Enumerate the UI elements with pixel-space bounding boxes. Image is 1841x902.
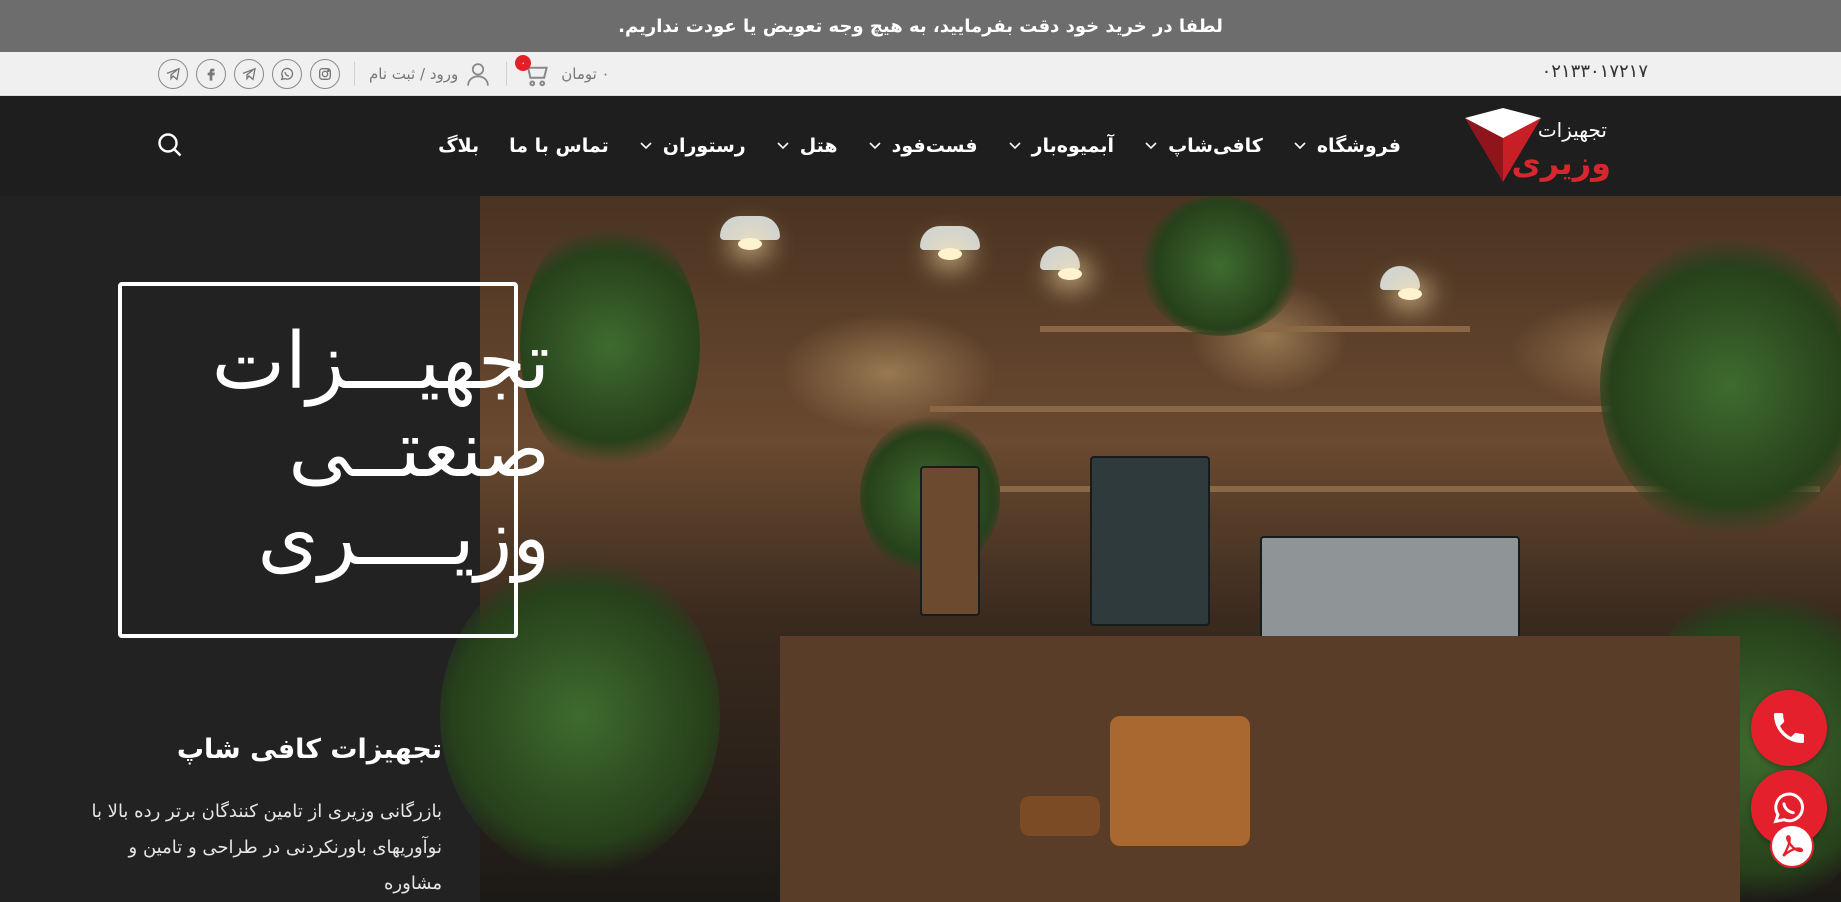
nav-item-restaurant[interactable]: رستوران bbox=[639, 135, 746, 157]
nav-item-label: فست‌فود bbox=[891, 135, 978, 157]
chevron-down-icon bbox=[1145, 142, 1157, 150]
nav-item-hotel[interactable]: هتل bbox=[776, 135, 838, 157]
cart-button[interactable]: ۰ تومان ۰ bbox=[515, 55, 610, 89]
hero-title: تجهیـــزات صنعتــی وزیــــری bbox=[170, 318, 550, 582]
top-bar: ۰۲۱۳۳۰۱۷۲۱۷ ورود / ثبت نام ۰ تومان ۰ bbox=[0, 52, 1841, 96]
facebook-icon[interactable] bbox=[196, 59, 226, 89]
chevron-down-icon bbox=[1294, 142, 1306, 150]
nav-item-label: تماس با ما bbox=[509, 135, 609, 157]
notice-bar: لطفا در خرید خود دقت بفرمایید، به هیچ وج… bbox=[0, 0, 1841, 52]
cart-total: ۰ تومان bbox=[561, 65, 610, 83]
logo-line2: وزیری bbox=[1511, 144, 1611, 182]
hero-subtitle: تجهیزات کافی شاپ bbox=[176, 734, 442, 765]
login-label: ورود / ثبت نام bbox=[369, 65, 459, 83]
nav-item-label: فروشگاه bbox=[1316, 135, 1401, 157]
hero-title-line2: صنعتــی bbox=[288, 405, 550, 495]
hero-cafe-image bbox=[440, 196, 1841, 902]
nav-item-fastfood[interactable]: فست‌فود bbox=[868, 135, 978, 157]
nav-item-coffeeshop[interactable]: کافی‌شاپ bbox=[1144, 135, 1263, 157]
main-navbar: تجهیزات وزیری فروشگاه کافی‌شاپ آبمیوه‌با… bbox=[0, 96, 1841, 196]
nav-menu: فروشگاه کافی‌شاپ آبمیوه‌بار فست‌فود هتل … bbox=[438, 96, 1401, 196]
site-logo[interactable]: تجهیزات وزیری bbox=[1463, 106, 1633, 186]
phone-number[interactable]: ۰۲۱۳۳۰۱۷۲۱۷ bbox=[1542, 61, 1648, 82]
whatsapp-icon[interactable] bbox=[272, 59, 302, 89]
instagram-icon[interactable] bbox=[310, 59, 340, 89]
nav-item-label: آبمیوه‌بار bbox=[1031, 135, 1115, 157]
telegram-icon[interactable] bbox=[158, 59, 188, 89]
chevron-down-icon bbox=[640, 142, 652, 150]
nav-item-blog[interactable]: بلاگ bbox=[438, 135, 479, 157]
pdf-catalog-button[interactable] bbox=[1770, 824, 1814, 868]
hero-title-line1: تجهیـــزات bbox=[211, 317, 550, 407]
pdf-icon bbox=[1782, 835, 1804, 857]
chevron-down-icon bbox=[869, 142, 881, 150]
search-icon[interactable] bbox=[155, 130, 185, 160]
telegram-icon[interactable] bbox=[234, 59, 264, 89]
nav-item-contact[interactable]: تماس با ما bbox=[509, 135, 609, 157]
nav-item-shop[interactable]: فروشگاه bbox=[1293, 135, 1401, 157]
hero-banner: تجهیـــزات صنعتــی وزیــــری تجهیزات کاف… bbox=[0, 196, 1841, 902]
nav-item-label: بلاگ bbox=[438, 135, 480, 157]
call-button[interactable] bbox=[1751, 690, 1827, 766]
nav-item-label: هتل bbox=[799, 135, 838, 157]
phone-icon bbox=[1774, 713, 1804, 743]
logo-line1: تجهیزات bbox=[1537, 118, 1607, 142]
divider bbox=[354, 62, 355, 86]
chevron-down-icon bbox=[1009, 142, 1021, 150]
divider bbox=[506, 62, 508, 86]
notice-text: لطفا در خرید خود دقت بفرمایید، به هیچ وج… bbox=[618, 15, 1223, 37]
hero-title-line3: وزیــــری bbox=[257, 493, 550, 583]
login-register-link[interactable]: ورود / ثبت نام bbox=[369, 60, 492, 88]
user-icon bbox=[467, 63, 490, 86]
nav-item-label: رستوران bbox=[662, 135, 746, 157]
whatsapp-icon bbox=[1773, 792, 1804, 824]
cart-icon: ۰ bbox=[515, 55, 551, 89]
nav-item-juicebar[interactable]: آبمیوه‌بار bbox=[1008, 135, 1114, 157]
hero-description: بازرگانی وزیری از تامین کنندگان برتر رده… bbox=[91, 801, 442, 894]
top-bar-actions: ورود / ثبت نام ۰ تومان ۰ bbox=[158, 55, 610, 90]
chevron-down-icon bbox=[777, 142, 789, 150]
nav-item-label: کافی‌شاپ bbox=[1168, 135, 1263, 157]
